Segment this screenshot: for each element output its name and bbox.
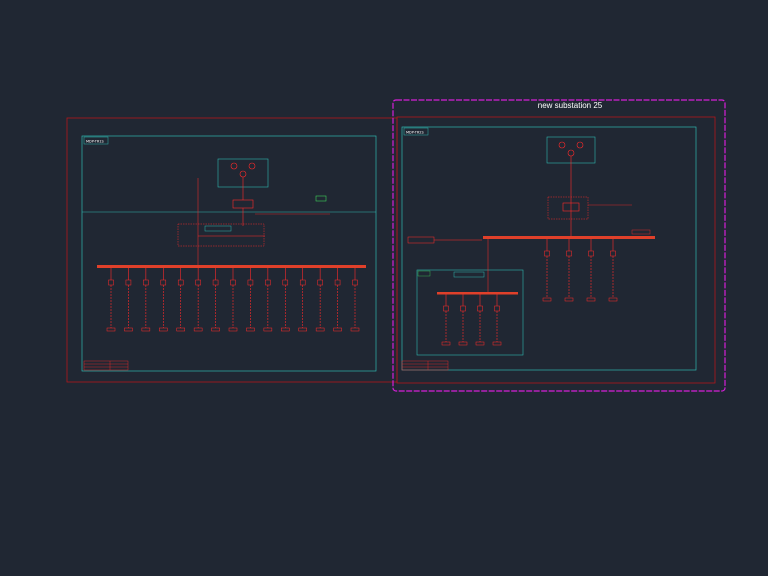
right-main-busbar (483, 236, 655, 239)
ground-icon (211, 327, 220, 332)
feeder-1 (441, 294, 451, 346)
breaker-icon (299, 279, 306, 286)
right-sheet-outer-frame (396, 116, 716, 384)
feeder-2 (124, 268, 133, 332)
breaker-icon (160, 279, 167, 286)
breaker-icon (195, 279, 201, 286)
feeder-2 (458, 294, 468, 346)
feeder-7 (211, 268, 220, 332)
right-feeders (542, 239, 618, 302)
ground-icon (298, 327, 307, 332)
ground-icon (281, 327, 290, 332)
right-bus-section-box (547, 196, 589, 220)
breaker-icon (588, 250, 594, 257)
feeder-1 (542, 239, 552, 302)
breaker-icon (177, 279, 184, 286)
right-sheet[interactable]: MDP-TR2S (396, 116, 716, 384)
ground-icon (458, 341, 468, 346)
ground-icon (176, 327, 185, 332)
breaker-icon (247, 279, 254, 286)
left-feeders (106, 268, 360, 332)
feeder-9 (246, 268, 255, 332)
breaker-icon (352, 279, 358, 286)
breaker-icon (544, 250, 550, 257)
breaker-icon (108, 279, 114, 286)
ground-icon (246, 327, 255, 332)
breaker-icon (494, 305, 500, 312)
feeder-13 (315, 268, 325, 332)
right-sub-panel-busbar (437, 292, 518, 295)
breaker-icon (282, 279, 289, 286)
breaker-icon (566, 250, 572, 257)
feeder-15 (350, 268, 360, 332)
ground-icon (608, 297, 618, 302)
meter-icon (315, 195, 327, 202)
ground-icon (350, 327, 360, 332)
breaker-icon (125, 279, 132, 286)
breaker-icon (477, 305, 483, 312)
feeder-5 (176, 268, 185, 332)
left-bus-section-box (177, 223, 265, 247)
breaker-icon (610, 250, 616, 257)
transformer-icon (558, 141, 584, 157)
ground-icon (159, 327, 168, 332)
ground-icon (193, 327, 203, 332)
ground-icon (228, 327, 238, 332)
breaker-icon (143, 279, 149, 286)
drawing-canvas[interactable]: MDP-TR1S MDP-TR2S (0, 0, 768, 576)
feeder-14 (333, 268, 342, 332)
ground-icon (492, 341, 502, 346)
ground-icon (106, 327, 116, 332)
breaker-icon (443, 305, 449, 312)
breaker-icon (230, 279, 236, 286)
ground-icon (564, 297, 574, 302)
left-title-block (83, 360, 129, 371)
feeder-12 (298, 268, 307, 332)
sub-panel-feeders (441, 294, 502, 346)
feeder-3 (141, 268, 151, 332)
breaker-icon (317, 279, 323, 286)
ground-icon (263, 327, 273, 332)
right-sheet-tag: MDP-TR2S (406, 131, 424, 135)
feeder-4 (492, 294, 502, 346)
transformer-icon (230, 162, 256, 178)
feeder-6 (193, 268, 203, 332)
ground-icon (315, 327, 325, 332)
ground-icon (333, 327, 342, 332)
right-sub-panel-frame (416, 269, 524, 356)
feeder-3 (586, 239, 596, 302)
breaker-icon (232, 199, 254, 209)
breaker-icon (334, 279, 341, 286)
right-title-block (401, 360, 449, 371)
feeder-10 (263, 268, 273, 332)
left-main-busbar (97, 265, 366, 268)
feeder-11 (281, 268, 290, 332)
ground-icon (542, 297, 552, 302)
left-sheet-outer-frame (66, 117, 398, 383)
left-sheet[interactable]: MDP-TR1S (66, 117, 398, 383)
breaker-icon (212, 279, 219, 286)
left-sheet-tag: MDP-TR1S (86, 140, 104, 144)
ground-icon (124, 327, 133, 332)
feeder-1 (106, 268, 116, 332)
ground-icon (441, 341, 451, 346)
feeder-8 (228, 268, 238, 332)
breaker-icon (460, 305, 466, 312)
breaker-icon (265, 279, 271, 286)
feeder-3 (475, 294, 485, 346)
feeder-4 (608, 239, 618, 302)
left-sheet-inner-frame (81, 135, 377, 372)
ground-icon (586, 297, 596, 302)
feeder-2 (564, 239, 574, 302)
feeder-4 (159, 268, 168, 332)
ground-icon (141, 327, 151, 332)
ground-icon (475, 341, 485, 346)
